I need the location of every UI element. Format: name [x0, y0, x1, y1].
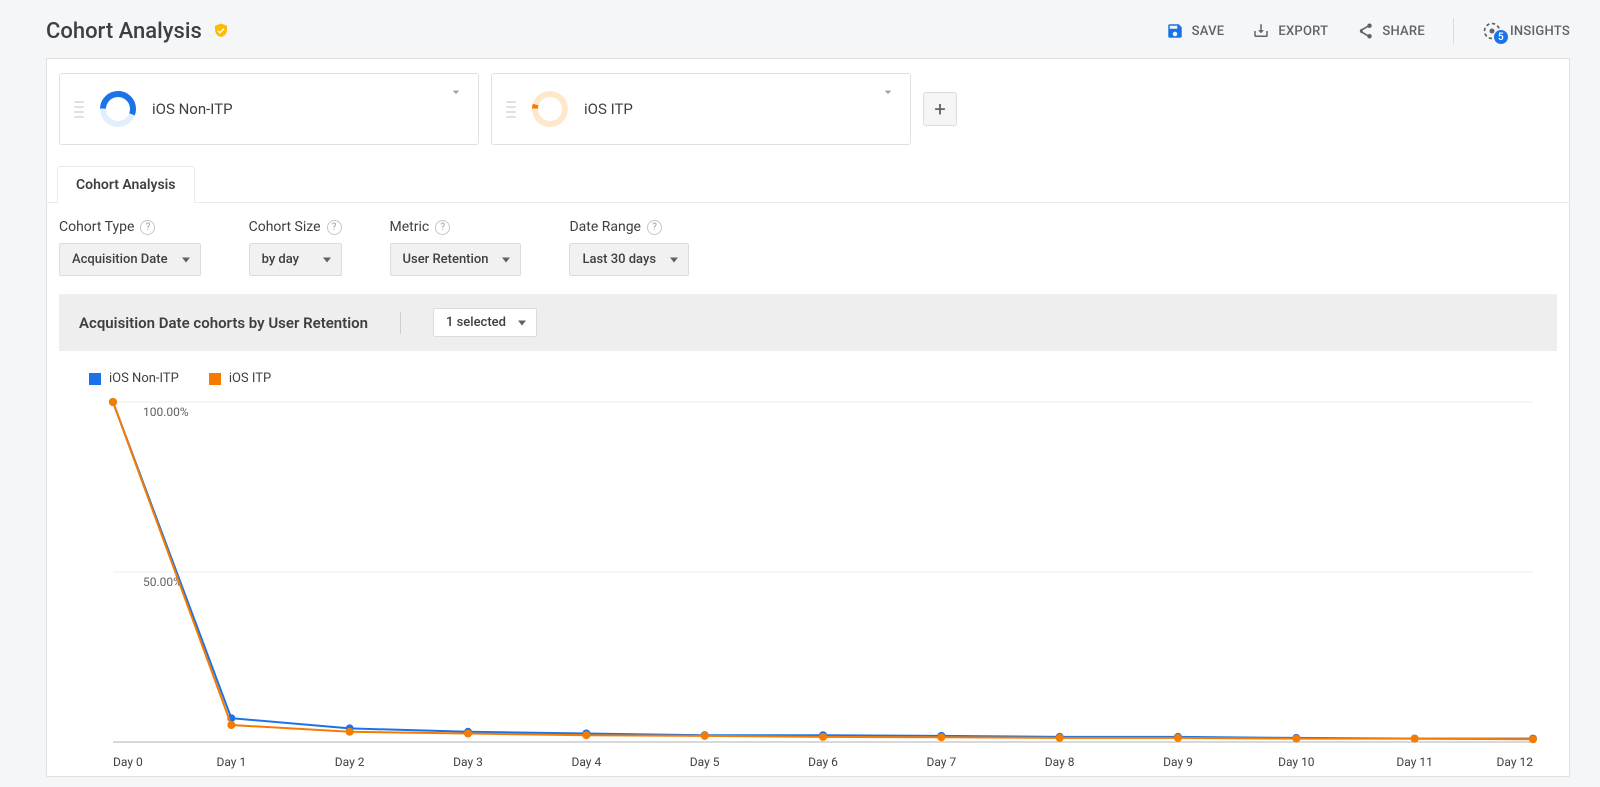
svg-text:Day 8: Day 8: [1045, 755, 1075, 769]
tab-cohort-analysis[interactable]: Cohort Analysis: [57, 166, 195, 203]
save-label: SAVE: [1192, 24, 1225, 39]
insights-icon: 5: [1482, 21, 1502, 41]
retention-chart: 50.00%100.00%Day 0Day 1Day 2Day 3Day 4Da…: [83, 396, 1543, 776]
svg-text:Day 9: Day 9: [1163, 755, 1193, 769]
insights-count-badge: 5: [1494, 30, 1508, 44]
svg-text:Day 5: Day 5: [690, 755, 720, 769]
svg-text:Day 11: Day 11: [1396, 755, 1432, 769]
cohort-size-label: Cohort Size: [249, 219, 321, 235]
share-label: SHARE: [1382, 24, 1425, 39]
metric-value: User Retention: [403, 252, 489, 267]
svg-text:Day 6: Day 6: [808, 755, 838, 769]
verified-shield-icon: [212, 21, 230, 41]
header-divider: [400, 312, 401, 334]
help-icon[interactable]: ?: [647, 220, 662, 235]
segment-card-1[interactable]: iOS ITP: [491, 73, 911, 145]
page-header: Cohort Analysis SAVE EXPORT SHARE: [46, 18, 1570, 44]
svg-text:Day 0: Day 0: [113, 755, 143, 769]
selected-cohorts-select[interactable]: 1 selected: [433, 308, 537, 337]
donut-icon: [98, 89, 138, 129]
drag-handle-icon[interactable]: [506, 101, 516, 118]
legend-swatch: [209, 373, 221, 385]
legend: iOS Non-ITP iOS ITP: [83, 365, 1533, 396]
svg-text:Day 3: Day 3: [453, 755, 483, 769]
chevron-down-icon[interactable]: [880, 84, 896, 104]
svg-text:Day 10: Day 10: [1278, 755, 1315, 769]
drag-handle-icon[interactable]: [74, 101, 84, 118]
cohort-type-value: Acquisition Date: [72, 252, 168, 267]
svg-text:Day 7: Day 7: [926, 755, 956, 769]
tab-bar: Cohort Analysis: [47, 165, 1569, 203]
action-divider: [1453, 18, 1454, 44]
export-button[interactable]: EXPORT: [1252, 22, 1328, 40]
chart-zone: iOS Non-ITP iOS ITP 50.00%100.00%Day 0Da…: [59, 351, 1557, 776]
selected-cohorts-value: 1 selected: [446, 315, 506, 330]
date-range-label: Date Range: [569, 219, 641, 235]
svg-text:Day 1: Day 1: [216, 755, 246, 769]
add-segment-button[interactable]: +: [923, 92, 957, 126]
cohort-size-value: by day: [262, 252, 299, 267]
segment-row: iOS Non-ITP iOS ITP +: [47, 73, 1569, 163]
action-bar: SAVE EXPORT SHARE 5 INSIGHTS: [1166, 18, 1570, 44]
share-button[interactable]: SHARE: [1356, 22, 1425, 40]
cohort-size-select[interactable]: by day: [249, 243, 342, 276]
export-label: EXPORT: [1278, 24, 1328, 39]
insights-label: INSIGHTS: [1510, 24, 1570, 39]
cohort-type-select[interactable]: Acquisition Date: [59, 243, 201, 276]
controls-row: Cohort Type? Acquisition Date Cohort Siz…: [47, 203, 1569, 294]
svg-text:Day 2: Day 2: [335, 755, 365, 769]
save-button[interactable]: SAVE: [1166, 22, 1225, 40]
date-range-value: Last 30 days: [582, 252, 656, 267]
svg-text:Day 4: Day 4: [571, 755, 601, 769]
segment-name: iOS ITP: [584, 100, 633, 118]
segment-card-0[interactable]: iOS Non-ITP: [59, 73, 479, 145]
svg-text:Day 12: Day 12: [1497, 755, 1534, 769]
main-panel: iOS Non-ITP iOS ITP + Cohort Analysis: [46, 58, 1570, 777]
chevron-down-icon[interactable]: [448, 84, 464, 104]
chart-header: Acquisition Date cohorts by User Retenti…: [59, 294, 1557, 351]
help-icon[interactable]: ?: [140, 220, 155, 235]
help-icon[interactable]: ?: [435, 220, 450, 235]
metric-label: Metric: [390, 219, 430, 235]
chart-title: Acquisition Date cohorts by User Retenti…: [79, 314, 368, 332]
svg-text:100.00%: 100.00%: [143, 405, 189, 419]
donut-icon: [530, 89, 570, 129]
help-icon[interactable]: ?: [327, 220, 342, 235]
metric-select[interactable]: User Retention: [390, 243, 522, 276]
legend-label: iOS ITP: [229, 371, 271, 386]
legend-label: iOS Non-ITP: [109, 371, 179, 386]
legend-item-0: iOS Non-ITP: [89, 371, 179, 386]
segment-name: iOS Non-ITP: [152, 100, 233, 118]
legend-item-1: iOS ITP: [209, 371, 271, 386]
cohort-type-label: Cohort Type: [59, 219, 134, 235]
date-range-select[interactable]: Last 30 days: [569, 243, 689, 276]
insights-button[interactable]: 5 INSIGHTS: [1482, 21, 1570, 41]
page-title: Cohort Analysis: [46, 19, 202, 44]
legend-swatch: [89, 373, 101, 385]
